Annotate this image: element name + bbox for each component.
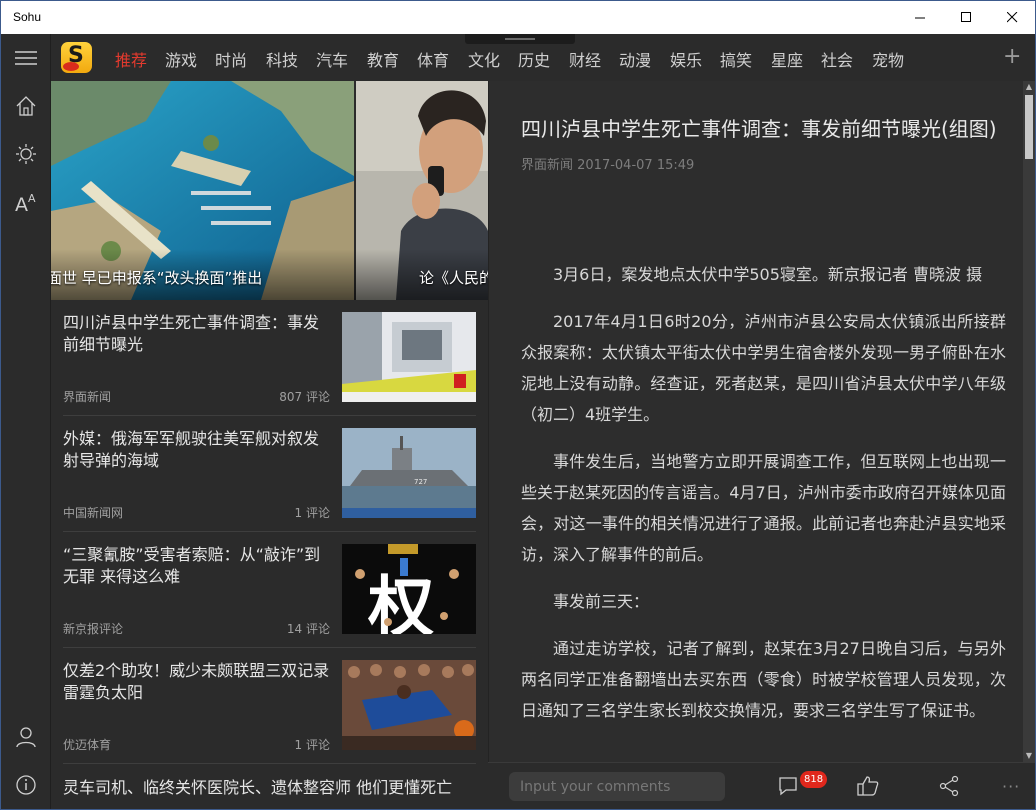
news-title: 四川泸县中学生死亡事件调查：事发前细节曝光	[63, 313, 320, 354]
drag-handle[interactable]	[465, 34, 575, 44]
app-window: Sohu AA S 推荐 游戏时尚 科技 汽车 教育 体育 文化 历史 财经 动…	[0, 0, 1036, 810]
news-item[interactable]: 仅差2个助攻！威少未颇联盟三双记录 雷霆负太阳 优迈体育 1 评论	[51, 648, 488, 764]
comments-button[interactable]	[775, 773, 801, 799]
channel-tab[interactable]: 游戏	[165, 47, 197, 71]
news-item[interactable]: 灵车司机、临终关怀医院长、遗体整容师 他们更懂死亡	[51, 764, 488, 809]
article-body: 3月6日，案发地点太伏中学505寝室。新京报记者 曹晓波 摄 2017年4月1日…	[521, 259, 1006, 742]
article-paragraph: 通过走访学校，记者了解到，赵某在3月27日晚自习后，与另外两名同学正准备翻墙出去…	[521, 639, 1006, 720]
channel-tab[interactable]: 宠物	[872, 47, 904, 71]
comment-icon	[779, 777, 797, 796]
channel-tab[interactable]: 时尚	[215, 47, 247, 71]
channel-tab[interactable]: 娱乐	[670, 47, 702, 71]
home-button[interactable]	[1, 84, 51, 128]
news-comments: 14 评论	[286, 622, 330, 636]
channel-tab[interactable]: 搞笑	[720, 47, 752, 71]
channel-tab[interactable]: 星座	[771, 47, 803, 71]
news-thumbnail: 权	[342, 544, 476, 634]
window-title: Sohu	[13, 10, 42, 24]
article-paragraph: 2017年4月1日6时20分，泸州市泸县公安局太伏镇派出所接群众报案称：太伏镇太…	[521, 312, 1006, 424]
news-source: 中国新闻网	[63, 506, 124, 520]
maximize-icon	[960, 12, 971, 22]
svg-text:A: A	[15, 194, 28, 213]
share-icon	[939, 775, 959, 797]
news-source: 界面新闻	[63, 390, 112, 404]
channel-tab[interactable]: 文化	[468, 47, 500, 71]
hero-caption-1: 面世 早已申报系“改头换面”推出	[51, 269, 263, 287]
brightness-icon	[16, 144, 36, 164]
article-title: 四川泸县中学生死亡事件调查：事发前细节曝光(组图)	[521, 117, 997, 141]
article-scrollbar[interactable]: ▲ ▼	[1023, 81, 1035, 762]
comment-count-badge: 818	[800, 771, 828, 788]
news-comments: 807 评论	[279, 390, 330, 404]
hamburger-menu-button[interactable]	[1, 36, 51, 80]
minimize-icon	[914, 17, 925, 19]
news-item[interactable]: “三聚氰胺”受害者索赔：从“敲诈”到无罪 来得这么难 新京报评论 14 评论 权	[51, 532, 488, 648]
font-size-button[interactable]: AA	[1, 180, 51, 224]
channel-tab[interactable]: 科技	[266, 47, 298, 71]
thumbs-up-icon	[857, 776, 879, 796]
channel-bar: S 推荐 游戏 时尚 科技 汽车 教育 体育 文化 历史 财经 动漫 娱乐 搞笑 星座 社会 宠物 +	[51, 34, 1035, 81]
news-title: 灵车司机、临终关怀医院长、遗体整容师 他们更懂死亡	[63, 778, 453, 797]
minimize-button[interactable]	[897, 1, 943, 34]
user-button[interactable]	[1, 715, 51, 759]
hero-carousel[interactable]: 面世 早已申报系“改头换面”推出 论《人民的	[51, 81, 488, 300]
article-action-bar: 818 ···	[488, 762, 1035, 809]
scroll-down-icon[interactable]: ▼	[1023, 750, 1035, 762]
home-icon	[16, 96, 36, 116]
maximize-button[interactable]	[943, 1, 989, 34]
svg-text:727: 727	[414, 478, 427, 486]
title-bar: Sohu	[1, 1, 1035, 34]
channel-tab[interactable]: 推荐	[115, 47, 147, 71]
font-size-icon: AA	[15, 192, 36, 213]
channel-tab[interactable]: 教育	[367, 47, 399, 71]
sohu-logo: S	[61, 42, 92, 73]
channel-tab[interactable]: 历史	[518, 47, 550, 71]
article-meta: 界面新闻 2017-04-07 15:49	[521, 158, 695, 173]
news-title: 仅差2个助攻！威少未颇联盟三双记录 雷霆负太阳	[63, 661, 330, 702]
article-pane: 四川泸县中学生死亡事件调查：事发前细节曝光(组图) 界面新闻 2017-04-0…	[488, 81, 1035, 762]
news-thumbnail: 727	[342, 428, 476, 518]
scroll-up-icon[interactable]: ▲	[1023, 81, 1035, 93]
brightness-button[interactable]	[1, 132, 51, 176]
article-paragraph: 事发前三天：	[553, 592, 650, 611]
nav-rail: AA	[1, 34, 51, 809]
article-paragraph: 事件发生后，当地警方立即开展调查工作，但互联网上也出现一些关于赵某死因的传言谣言…	[521, 452, 1006, 564]
comment-input[interactable]	[509, 772, 725, 801]
article-paragraph: 3月6日，案发地点太伏中学505寝室。新京报记者 曹晓波 摄	[553, 265, 983, 284]
news-comments: 1 评论	[294, 506, 330, 520]
user-icon	[16, 727, 36, 748]
news-title: 外媒：俄海军军舰驶往美军舰对叙发射导弹的海域	[63, 429, 320, 470]
news-item[interactable]: 四川泸县中学生死亡事件调查：事发前细节曝光 界面新闻 807 评论	[51, 300, 488, 416]
news-source: 优迈体育	[63, 738, 112, 752]
news-thumbnail	[342, 312, 476, 402]
close-icon	[1006, 12, 1017, 23]
channel-tab[interactable]: 财经	[569, 47, 601, 71]
close-button[interactable]	[989, 1, 1035, 34]
share-button[interactable]	[936, 773, 962, 799]
news-comments: 1 评论	[294, 738, 330, 752]
news-title: “三聚氰胺”受害者索赔：从“敲诈”到无罪 来得这么难	[63, 545, 321, 586]
more-options-button[interactable]: ···	[1002, 777, 1020, 796]
hamburger-menu-icon	[15, 51, 37, 65]
news-item[interactable]: 外媒：俄海军军舰驶往美军舰对叙发射导弹的海域 中国新闻网 1 评论 727	[51, 416, 488, 532]
svg-text:权: 权	[367, 569, 434, 634]
channel-tab[interactable]: 社会	[821, 47, 853, 71]
svg-text:A: A	[28, 192, 36, 205]
like-button[interactable]	[855, 773, 881, 799]
news-source: 新京报评论	[63, 622, 124, 636]
add-channel-button[interactable]: +	[1003, 44, 1021, 69]
hero-caption-2: 论《人民的	[419, 269, 488, 287]
news-list-pane: 面世 早已申报系“改头换面”推出 论《人民的 四川泸县中学生死亡事件调查：事发前…	[51, 81, 488, 809]
channel-tab[interactable]: 动漫	[619, 47, 651, 71]
news-thumbnail	[342, 660, 476, 750]
channel-tab[interactable]: 体育	[417, 47, 449, 71]
scrollbar-thumb[interactable]	[1025, 95, 1033, 159]
info-icon	[16, 775, 36, 795]
channel-tab[interactable]: 汽车	[316, 47, 348, 71]
info-button[interactable]	[1, 763, 51, 807]
